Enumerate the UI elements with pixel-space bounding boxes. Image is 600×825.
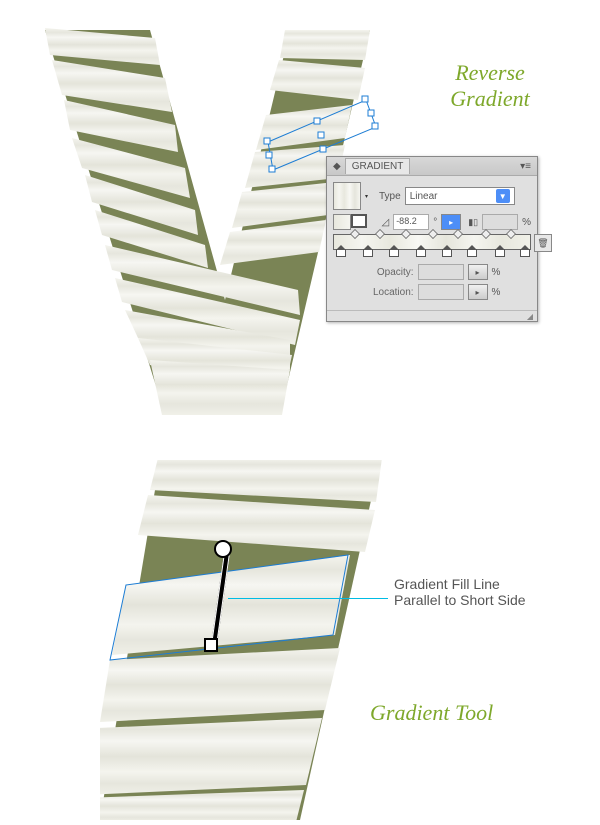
opacity-input [418,264,464,280]
title-reverse-gradient: Reverse Gradient [420,60,560,112]
gradient-tool-end-icon[interactable] [204,638,218,652]
panel-collapse-icon[interactable]: ◆ [333,161,341,172]
title-gradient-tool: Gradient Tool [370,700,493,726]
reverse-gradient-button[interactable]: ▸ [441,214,461,230]
type-value: Linear [410,191,438,202]
opacity-unit: % [492,267,501,278]
delete-stop-icon[interactable]: 🗑 [534,234,552,252]
aspect-icon: ▮▯ [468,217,478,228]
letter-section-bottom [100,460,360,820]
title-line2: Gradient [450,86,529,111]
gradient-tool-start-icon[interactable] [214,540,232,558]
tutorial-canvas: Reverse Gradient ◆ GRADIENT ▾≡ ▾ Type Li… [0,0,600,818]
callout-line1: Gradient Fill Line [394,576,526,592]
angle-icon: ◿ [381,217,389,228]
fill-swatch-icon[interactable] [333,214,351,230]
panel-resize-icon[interactable]: ◢ [527,312,533,321]
type-label: Type [379,191,401,202]
location-stepper[interactable]: ▸ [468,284,488,300]
stroke-swatch-icon[interactable] [351,214,367,228]
callout-text: Gradient Fill Line Parallel to Short Sid… [394,576,526,608]
opacity-label: Opacity: [364,267,414,278]
gradient-panel: ◆ GRADIENT ▾≡ ▾ Type Linear ▼ ◿ [326,156,538,322]
swatch-flyout-icon[interactable]: ▾ [365,193,371,200]
aspect-input [482,214,518,230]
location-label: Location: [364,287,414,298]
panel-titlebar[interactable]: ◆ GRADIENT ▾≡ [327,157,537,176]
angle-unit: ° [433,217,437,228]
title-line1: Reverse [455,60,525,85]
opacity-stepper[interactable]: ▸ [468,264,488,280]
type-select[interactable]: Linear ▼ [405,187,515,205]
dropdown-arrow-icon: ▼ [496,189,510,203]
gradient-preview-swatch[interactable] [333,182,361,210]
panel-menu-icon[interactable]: ▾≡ [520,161,531,172]
location-unit: % [492,287,501,298]
letter-v-top [30,20,370,420]
angle-input[interactable]: -88.2 [393,214,429,230]
gradient-ramp[interactable]: 🗑 [333,234,531,250]
callout-line [228,598,388,599]
panel-tab-gradient[interactable]: GRADIENT [345,158,411,174]
callout-line2: Parallel to Short Side [394,592,526,608]
ratio-unit: % [522,217,531,228]
location-input [418,284,464,300]
